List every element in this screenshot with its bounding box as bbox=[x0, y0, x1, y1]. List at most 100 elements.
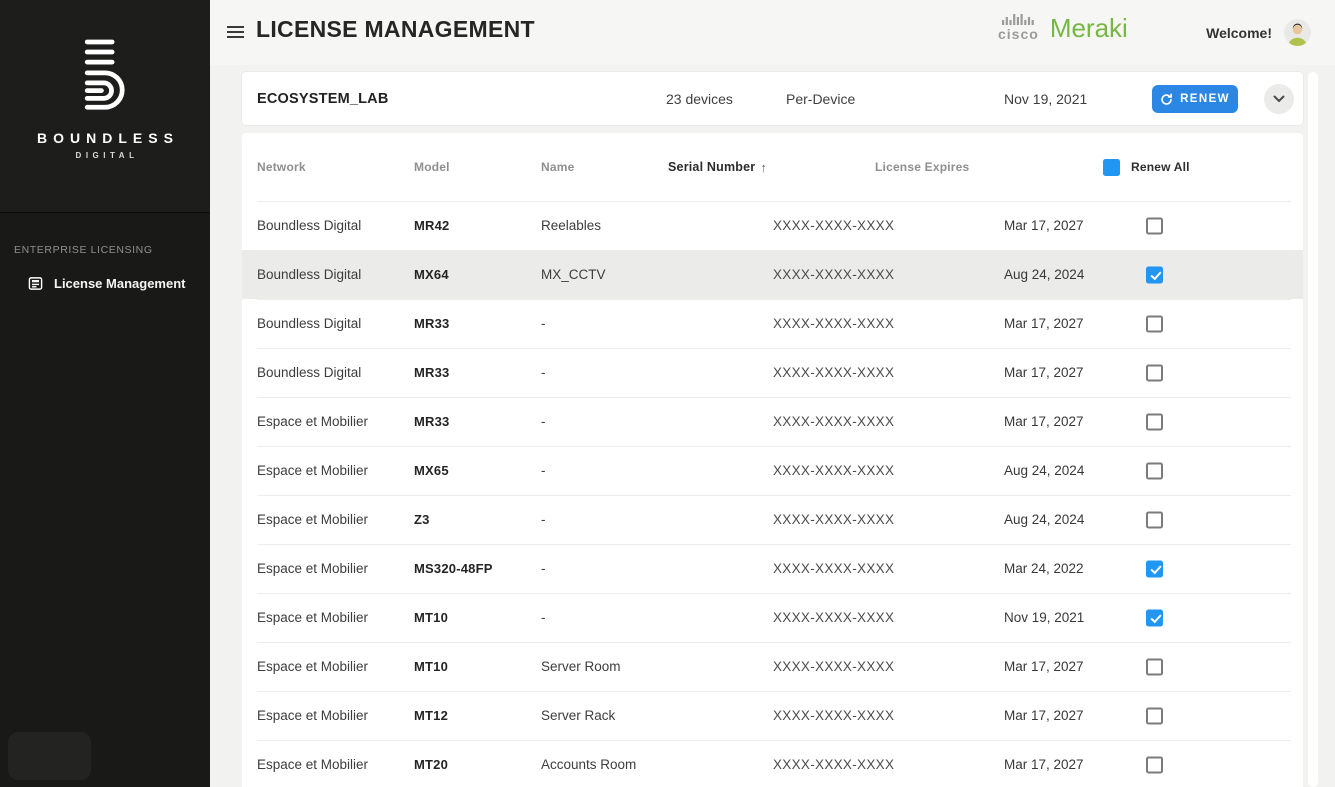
table-row: Boundless Digital MX64 MX_CCTV XXXX-XXXX-XX… bbox=[242, 250, 1303, 299]
cell-name: Reelables bbox=[541, 201, 601, 250]
cell-network: Espace et Mobilier bbox=[257, 544, 368, 593]
renew-checkbox[interactable] bbox=[1146, 756, 1163, 773]
sidebar-item-license-management[interactable]: License Management bbox=[0, 269, 210, 298]
cell-model: MR33 bbox=[414, 348, 449, 397]
cell-model: MX65 bbox=[414, 446, 449, 495]
cell-license-expires: Aug 24, 2024 bbox=[1004, 495, 1084, 544]
cell-model: MX64 bbox=[414, 250, 449, 299]
column-header-model[interactable]: Model bbox=[414, 133, 450, 201]
cell-model: MT10 bbox=[414, 642, 448, 691]
renew-button-label: RENEW bbox=[1180, 93, 1230, 105]
renew-checkbox[interactable] bbox=[1146, 462, 1163, 479]
cell-serial-number: XXXX-XXXX-XXXX bbox=[773, 446, 894, 495]
renew-all-checkbox[interactable] bbox=[1103, 159, 1120, 176]
table-row: Espace et MobilierMT10-XXXX-XXXX-XXXXNov… bbox=[242, 593, 1303, 642]
table-header-row: Network Model Name Serial Number ↑ Licen… bbox=[242, 133, 1303, 201]
cell-serial-number: XXXX-XXXX-XXXX bbox=[773, 397, 894, 446]
table-row: Boundless DigitalMR42ReelablesXXXX-XXXX-… bbox=[242, 201, 1303, 250]
refresh-icon bbox=[1160, 93, 1173, 106]
table-row: Espace et Mobilier MT10 Server Room XXXX-XX… bbox=[242, 642, 1303, 691]
license-summary-card: ECOSYSTEM_LAB 23 devices Per-Device Nov … bbox=[242, 72, 1303, 125]
cell-name: - bbox=[541, 544, 546, 593]
cell-serial-number: XXXX-XXXX-XXXX bbox=[773, 544, 894, 593]
cell-name: - bbox=[541, 299, 546, 348]
user-avatar[interactable] bbox=[1284, 19, 1311, 46]
cell-license-expires: Mar 17, 2027 bbox=[1004, 740, 1084, 787]
license-management-icon bbox=[28, 276, 43, 291]
sidebar-lower-panel bbox=[0, 213, 210, 787]
cell-serial-number: XXXX-XXXX-XXXX bbox=[773, 642, 894, 691]
cell-model: MR33 bbox=[414, 397, 449, 446]
main-area: LICENSE MANAGEMENT cisco bbox=[210, 0, 1335, 787]
cell-license-expires: Nov 19, 2021 bbox=[1004, 593, 1084, 642]
cell-name: Server Room bbox=[541, 642, 621, 691]
cell-network: Espace et Mobilier bbox=[257, 397, 368, 446]
renew-all-header: Renew All bbox=[1103, 133, 1190, 201]
sidebar-section-label: ENTERPRISE LICENSING bbox=[14, 244, 153, 256]
cell-serial-number: XXXX-XXXX-XXXX bbox=[773, 250, 894, 299]
cell-network: Espace et Mobilier bbox=[257, 740, 368, 787]
cell-model: MT20 bbox=[414, 740, 448, 787]
table-row: Boundless DigitalMR33-XXXX-XXXX-XXXXMar … bbox=[242, 348, 1303, 397]
brand-name: BOUNDLESS bbox=[0, 130, 210, 146]
table-row: Espace et Mobilier MT20 Accounts Room XXXX-… bbox=[242, 740, 1303, 787]
cell-name: - bbox=[541, 495, 546, 544]
renew-checkbox[interactable] bbox=[1146, 413, 1163, 430]
page-title: LICENSE MANAGEMENT bbox=[256, 16, 535, 43]
sidebar-bottom-placeholder bbox=[8, 732, 91, 780]
column-header-license-expires[interactable]: License Expires bbox=[875, 133, 969, 201]
cell-network: Boundless Digital bbox=[257, 250, 361, 299]
renew-all-label: Renew All bbox=[1131, 160, 1190, 174]
cell-name: - bbox=[541, 446, 546, 495]
column-header-network[interactable]: Network bbox=[257, 133, 306, 201]
column-header-serial-number[interactable]: Serial Number ↑ bbox=[668, 133, 767, 201]
devices-table: Network Model Name Serial Number ↑ Licen… bbox=[242, 133, 1303, 787]
cell-network: Espace et Mobilier bbox=[257, 446, 368, 495]
app-window: BOUNDLESS DIGITAL ENTERPRISE LICENSING L… bbox=[0, 0, 1335, 787]
cell-model: MT10 bbox=[414, 593, 448, 642]
renew-checkbox[interactable] bbox=[1146, 266, 1163, 283]
cell-serial-number: XXXX-XXXX-XXXX bbox=[773, 495, 894, 544]
renew-checkbox[interactable] bbox=[1146, 560, 1163, 577]
cell-serial-number: XXXX-XXXX-XXXX bbox=[773, 691, 894, 740]
renew-checkbox[interactable] bbox=[1146, 658, 1163, 675]
menu-icon[interactable] bbox=[227, 26, 244, 38]
meraki-wordmark: Meraki bbox=[1050, 16, 1128, 41]
expand-row-button[interactable] bbox=[1264, 84, 1294, 114]
renew-checkbox[interactable] bbox=[1146, 315, 1163, 332]
cell-serial-number: XXXX-XXXX-XXXX bbox=[773, 740, 894, 787]
cell-network: Espace et Mobilier bbox=[257, 642, 368, 691]
cell-name: Server Rack bbox=[541, 691, 615, 740]
boundless-logo-icon bbox=[69, 36, 141, 112]
renew-button[interactable]: RENEW bbox=[1152, 85, 1238, 113]
cell-network: Boundless Digital bbox=[257, 201, 361, 250]
cell-name: MX_CCTV bbox=[541, 250, 606, 299]
cell-name: - bbox=[541, 593, 546, 642]
column-header-name[interactable]: Name bbox=[541, 133, 574, 201]
cell-model: MR33 bbox=[414, 299, 449, 348]
chevron-down-icon bbox=[1273, 95, 1285, 103]
table-row: Espace et MobilierMT12Server RackXXXX-XX… bbox=[242, 691, 1303, 740]
topbar: LICENSE MANAGEMENT cisco bbox=[210, 0, 1335, 65]
cisco-wordmark: cisco bbox=[998, 27, 1039, 41]
cisco-bars-icon bbox=[1002, 13, 1034, 25]
cell-model: Z3 bbox=[414, 495, 430, 544]
renew-checkbox[interactable] bbox=[1146, 511, 1163, 528]
organization-name: ECOSYSTEM_LAB bbox=[257, 72, 389, 125]
cell-name: Accounts Room bbox=[541, 740, 636, 787]
scrollbar-track[interactable] bbox=[1308, 72, 1318, 787]
brand-logo: BOUNDLESS DIGITAL bbox=[0, 36, 210, 160]
cell-license-expires: Mar 17, 2027 bbox=[1004, 299, 1084, 348]
renew-checkbox[interactable] bbox=[1146, 217, 1163, 234]
renew-checkbox[interactable] bbox=[1146, 364, 1163, 381]
sort-asc-icon: ↑ bbox=[760, 160, 767, 175]
table-row: Espace et MobilierMS320-48FP-XXXX-XXXX-X… bbox=[242, 544, 1303, 593]
renew-checkbox[interactable] bbox=[1146, 707, 1163, 724]
cell-serial-number: XXXX-XXXX-XXXX bbox=[773, 593, 894, 642]
cell-model: MT12 bbox=[414, 691, 448, 740]
cell-license-expires: Aug 24, 2024 bbox=[1004, 250, 1084, 299]
table-body: Boundless DigitalMR42ReelablesXXXX-XXXX-… bbox=[242, 201, 1303, 787]
renew-checkbox[interactable] bbox=[1146, 609, 1163, 626]
sidebar-item-label: License Management bbox=[54, 276, 186, 291]
table-row: Espace et MobilierMX65-XXXX-XXXX-XXXXAug… bbox=[242, 446, 1303, 495]
